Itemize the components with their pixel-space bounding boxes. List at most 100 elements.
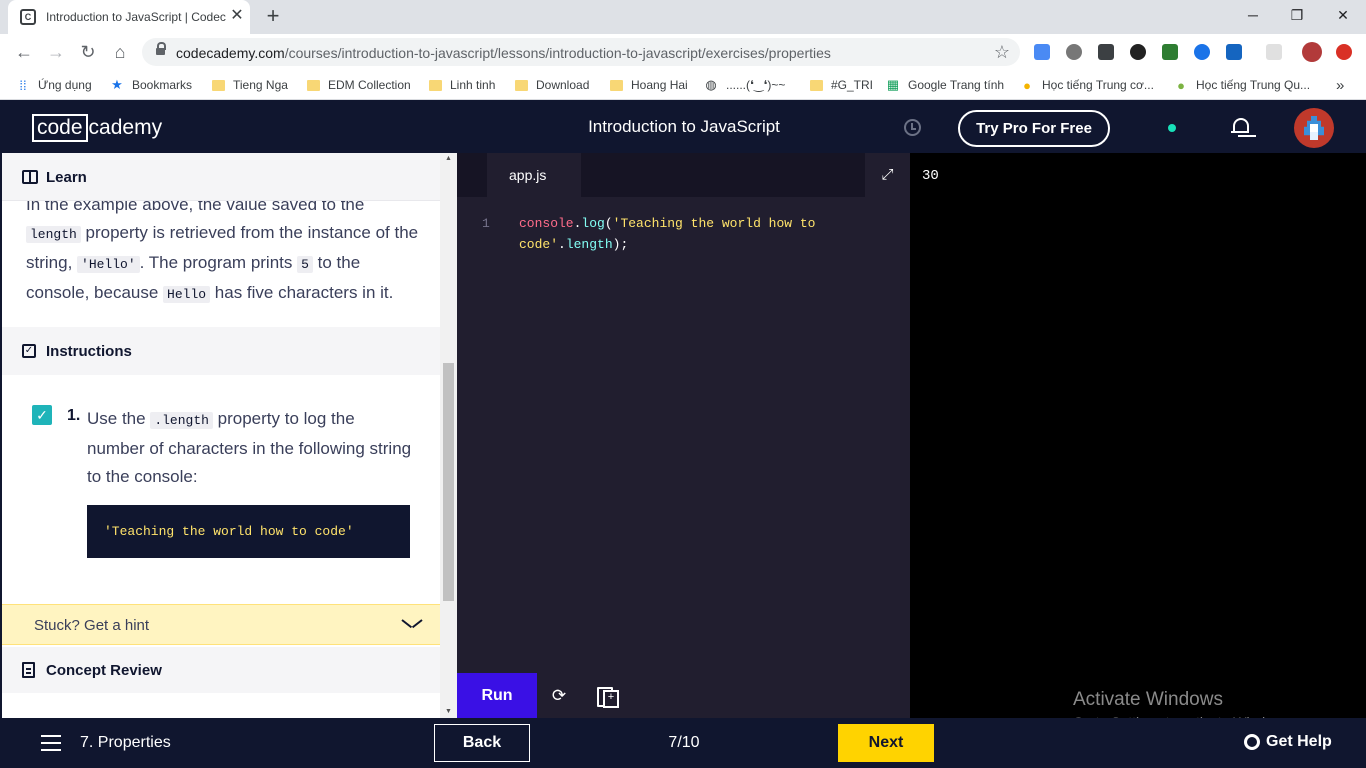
document-icon [22,662,35,678]
bookmark-folder[interactable]: Tieng Nga [212,77,288,93]
try-pro-button[interactable]: Try Pro For Free [958,110,1110,147]
code-input[interactable]: console.log('Teaching the world how to c… [519,213,879,255]
new-tab-button[interactable]: + [262,5,284,27]
bookmark-label: EDM Collection [328,78,411,92]
instructions-header[interactable]: ✓ Instructions [2,327,440,375]
update-icon[interactable] [1336,44,1352,60]
bookmark-folder[interactable]: Linh tinh [429,77,495,93]
back-arrow-icon[interactable]: ← [12,40,36,64]
learn-header[interactable]: Learn [2,153,440,201]
bookmark-site[interactable]: ● Học tiếng Trung cơ... [1020,77,1154,93]
bookmark-folder[interactable]: Download [515,77,589,93]
download-extension-icon[interactable] [1098,44,1114,60]
code-editor: app.js ⤢ 1 console.log('Teaching the wor… [457,153,910,718]
status-dot [1168,124,1176,132]
more-bookmarks-button[interactable]: » [1336,77,1344,94]
folder-icon [610,79,623,91]
browser-tab[interactable]: C Introduction to JavaScript | Codecadem… [8,0,250,34]
bookmark-label: Tieng Nga [233,78,288,92]
task-text-segment: Use the [87,409,151,428]
run-button[interactable]: Run [457,673,537,718]
download-arrow-icon[interactable] [1226,44,1242,60]
hint-label: Stuck? Get a hint [34,617,150,634]
avatar[interactable] [1294,108,1334,148]
copy-code-icon[interactable] [597,685,619,708]
tab-title: Introduction to JavaScript | Codecademy [46,10,226,24]
next-button[interactable]: Next [838,724,934,762]
course-title: Introduction to JavaScript [588,117,780,136]
minimize-button[interactable]: ─ [1230,4,1276,26]
apps-icon: ⁞⁞ [19,77,27,93]
activate-title: Activate Windows [1073,689,1223,710]
file-tab-app-js[interactable]: app.js [487,153,581,197]
address-bar[interactable]: codecademy.com/courses/introduction-to-j… [142,38,1020,66]
hint-toggle[interactable]: Stuck? Get a hint [2,604,440,645]
output-console: 30 Activate Windows Go to Settings to ac… [910,153,1366,730]
bookmark-site[interactable]: ◍ ......(❛‿❛)~~ [704,77,785,93]
lesson-text-segment: has five characters in it. [210,283,394,302]
scroll-up-arrow-icon[interactable]: ▲ [440,153,457,165]
folder-icon [429,79,442,91]
lesson-name[interactable]: 7. Properties [80,734,171,752]
app-header: code cademy Introduction to JavaScript Tr… [0,100,1366,153]
bookmark-folder[interactable]: EDM Collection [307,77,411,93]
editor-action-bar: Run ⟳ [457,673,910,718]
code-token: length [565,237,613,252]
translate-extension-icon[interactable] [1034,44,1050,60]
concept-review-header[interactable]: Concept Review [2,647,440,693]
menu-icon[interactable] [41,735,61,751]
back-button[interactable]: Back [434,724,530,762]
logo-box: code [32,114,88,142]
bookmark-label: Bookmarks [132,78,193,92]
bookmark-apps[interactable]: ⁞⁞ Ứng dụng [16,77,91,93]
profile-avatar-icon[interactable] [1302,42,1322,62]
browser-toolbar: ← → ↻ ⌂ codecademy.com/courses/introduct… [0,34,1366,70]
expand-icon[interactable]: ⤢ [865,153,910,197]
url-text: codecademy.com/courses/introduction-to-j… [176,45,831,61]
lesson-scrollbar[interactable]: ▲ ▼ [440,153,457,718]
bookmark-label: ......(❛‿❛)~~ [726,78,786,92]
bookmark-label: Linh tinh [450,78,496,92]
home-icon[interactable]: ⌂ [108,40,132,64]
scroll-down-arrow-icon[interactable]: ▼ [440,706,457,718]
bookmark-label: #G_TRI [831,78,874,92]
lock-icon[interactable] [156,42,166,58]
bookmark-folder[interactable]: Hoang Hai [610,77,688,93]
bookmark-site[interactable]: ● Học tiếng Trung Qu... [1174,77,1310,93]
maximize-button[interactable]: ❐ [1274,4,1320,26]
reload-icon[interactable]: ↻ [76,40,100,64]
bookmark-bookmarks[interactable]: ★ Bookmarks [110,77,192,93]
close-tab-icon[interactable]: ✕ [228,7,246,25]
alarm-clock-icon[interactable] [904,119,921,136]
line-number: 1 [482,216,490,231]
audio-extension-icon[interactable] [1130,44,1146,60]
codecademy-logo[interactable]: code cademy [32,114,162,142]
checkbox-icon: ✓ [22,344,36,358]
cast-extension-icon[interactable] [1162,44,1178,60]
bell-icon[interactable] [1231,116,1251,138]
get-help-button[interactable]: Get Help [1244,733,1332,751]
progress-counter: 7/10 [668,734,700,751]
task-number: 1. [67,407,81,424]
menu-lines-icon[interactable] [1266,44,1282,60]
extension-icon[interactable] [1194,44,1210,60]
forward-arrow-icon[interactable]: → [44,40,68,64]
bookmark-folder[interactable]: #G_TRI [810,77,873,93]
folder-icon [307,79,320,91]
bookmark-sheets[interactable]: ▦ Google Trang tính [886,77,1004,93]
lifebuoy-icon [1244,734,1260,750]
extension-icon[interactable] [1066,44,1082,60]
bookmark-star-icon[interactable]: ☆ [994,42,1010,63]
browser-tabstrip: C Introduction to JavaScript | Codecadem… [0,0,1366,34]
inline-code: length [26,226,81,243]
close-window-button[interactable]: ✕ [1320,4,1366,26]
reset-icon[interactable]: ⟳ [549,686,569,706]
lesson-text: In the example above, the value saved to… [26,191,421,309]
task-checkmark-icon[interactable]: ✓ [32,405,52,425]
scroll-thumb[interactable] [443,363,454,601]
star-icon: ★ [111,77,123,92]
lesson-footer: 7. Properties Back 7/10 Next Get Help [0,718,1366,768]
inline-code: 'Hello' [77,256,140,273]
bookmark-label: Download [536,78,590,92]
task-text: Use the .length property to log the numb… [87,405,417,491]
